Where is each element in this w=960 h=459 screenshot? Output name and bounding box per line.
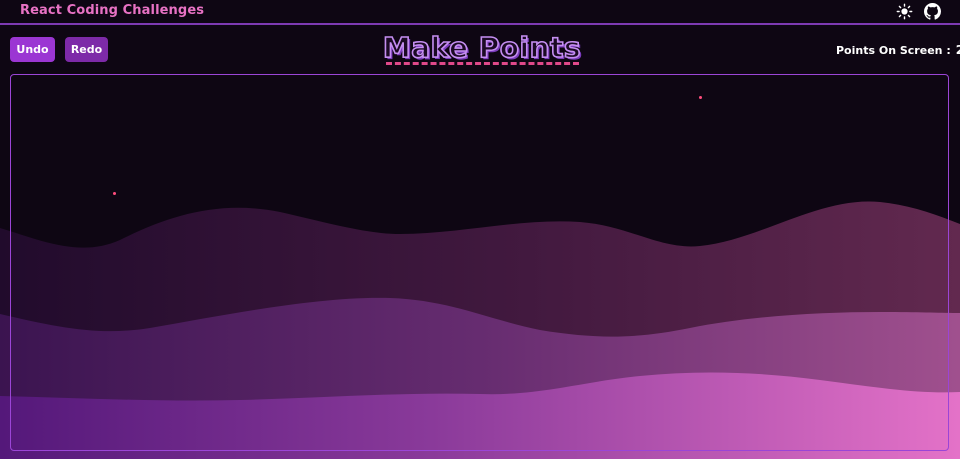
points-counter: Points On Screen : 2 bbox=[836, 43, 960, 57]
sun-icon[interactable] bbox=[896, 3, 913, 20]
redo-button[interactable]: Redo bbox=[65, 37, 108, 62]
points-counter-label: Points On Screen : bbox=[836, 44, 951, 57]
canvas-point[interactable] bbox=[113, 192, 116, 195]
points-counter-value: 2 bbox=[955, 43, 960, 57]
app-root: React Coding Challenges Undo Redo Make P… bbox=[0, 0, 960, 459]
title-underline bbox=[386, 62, 579, 65]
github-icon[interactable] bbox=[924, 3, 941, 20]
drawing-canvas[interactable] bbox=[10, 74, 949, 451]
page-title: Make Points bbox=[382, 30, 582, 65]
canvas-point[interactable] bbox=[699, 96, 702, 99]
undo-button[interactable]: Undo bbox=[10, 37, 55, 62]
brand-title[interactable]: React Coding Challenges bbox=[20, 3, 204, 18]
top-navbar: React Coding Challenges bbox=[0, 0, 960, 25]
